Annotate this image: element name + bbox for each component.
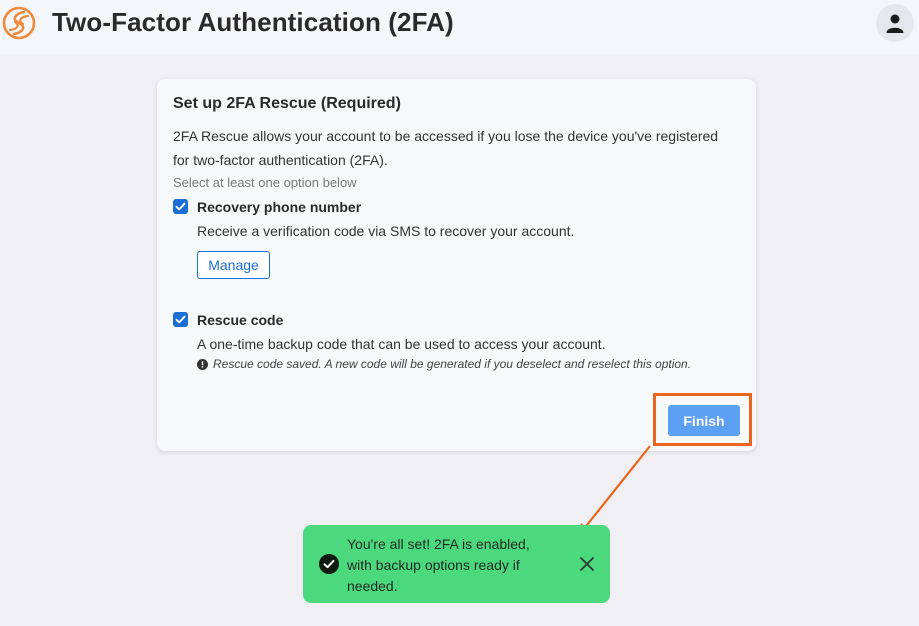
page-title: Two-Factor Authentication (2FA) [52, 7, 454, 37]
checkmark-icon [175, 202, 186, 211]
rescue-code-label: Rescue code [197, 312, 284, 328]
rescue-code-description: A one-time backup code that can be used … [197, 336, 606, 352]
highlight-box [653, 393, 752, 446]
card-description: 2FA Rescue allows your account to be acc… [173, 128, 719, 168]
s-swirl-logo-icon [2, 6, 36, 40]
success-toast: You're all set! 2FA is enabled, with bac… [303, 525, 610, 603]
user-icon [886, 14, 904, 33]
manage-button[interactable]: Manage [197, 251, 270, 279]
check-circle-icon [319, 554, 339, 574]
toast-message: You're all set! 2FA is enabled, with bac… [347, 536, 530, 594]
profile-button[interactable] [876, 4, 914, 42]
rescue-code-note: Rescue code saved. A new code will be ge… [197, 357, 691, 371]
checkmark-icon [175, 315, 186, 324]
recovery-phone-label: Recovery phone number [197, 199, 362, 215]
info-icon [197, 358, 208, 370]
options-hint: Select at least one option below [173, 175, 357, 190]
recovery-phone-checkbox[interactable] [173, 199, 188, 214]
rescue-code-note-text: Rescue code saved. A new code will be ge… [213, 357, 692, 371]
top-bar: Two-Factor Authentication (2FA) [0, 0, 919, 54]
recovery-phone-description: Receive a verification code via SMS to r… [197, 223, 575, 239]
close-icon[interactable] [579, 556, 595, 572]
card-title: Set up 2FA Rescue (Required) [173, 95, 401, 112]
rescue-code-checkbox[interactable] [173, 312, 188, 327]
